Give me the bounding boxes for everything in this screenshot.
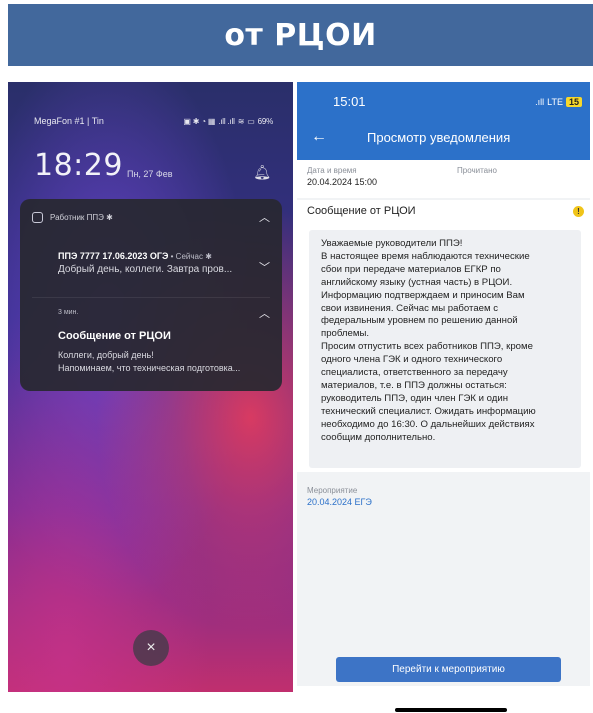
message-line: необходимо до 16:30. О дальнейших действ… <box>321 418 535 430</box>
network-label: LTE <box>547 96 563 107</box>
message-line: Уважаемые руководители ППЭ! <box>321 238 463 249</box>
notification-icons: ▣ ✱ ◔ ▦ <box>183 116 216 126</box>
message-title-row: Сообщение от РЦОИ ! <box>297 200 590 222</box>
wifi-icon: ≋ <box>237 116 245 126</box>
right-status-bar: 15:01 .ıll LTE 15 <box>333 94 582 109</box>
banner-title: от РЦОИ <box>224 17 377 53</box>
notification-meta: • Сейчас ✱ <box>168 252 212 261</box>
collapse-chevron-icon[interactable]: ︿ <box>259 209 270 225</box>
event-row: Мероприятие 20.04.2024 ЕГЭ <box>297 482 590 518</box>
expand-chevron-icon[interactable]: ﹀ <box>259 259 270 275</box>
notification-time: 3 мин. <box>58 309 79 316</box>
message-line: сбои при передаче материалов ЕГКР по <box>321 263 501 275</box>
notification-item[interactable]: ППЭ 7777 17.06.2023 ОГЭ • Сейчас ✱ Добры… <box>58 251 270 275</box>
info-row: Дата и время 20.04.2024 15:00 Прочитано <box>297 160 590 198</box>
notification-body: Добрый день, коллеги. Завтра пров... <box>58 264 233 275</box>
message-line: проблемы. <box>321 328 370 340</box>
status-time: 15:01 <box>333 94 366 109</box>
battery-icon: 15 <box>565 96 582 107</box>
message-line: Информацию подтверждаем и приносим Вам <box>321 289 525 301</box>
app-icon <box>32 211 43 223</box>
message-line: специалиста, ответственного за передачу <box>321 367 508 379</box>
message-line: английскому языку (устная часть) в РЦОИ. <box>321 276 513 288</box>
page-title: Просмотр уведомления <box>367 129 511 145</box>
go-to-event-button[interactable]: Перейти к мероприятию <box>336 657 561 682</box>
notification-group-card[interactable]: Работник ППЭ ✱ ︿ ППЭ 7777 17.06.2023 ОГЭ… <box>20 199 282 391</box>
signal-icon: .ıll .ıll <box>218 116 235 126</box>
home-indicator <box>395 708 507 712</box>
date-label: Дата и время <box>307 166 357 175</box>
left-status-bar: MegaFon #1 | Tin ▣ ✱ ◔ ▦ .ıll .ıll ≋ ▭ 6… <box>34 116 273 126</box>
back-arrow-icon[interactable]: ← <box>311 128 327 146</box>
message-line: руководитель ППЭ, один член ГЭК и один <box>321 392 509 404</box>
message-title: Сообщение от РЦОИ <box>307 205 416 217</box>
notification-group-header: Работник ППЭ ✱ ︿ <box>32 209 270 225</box>
app-header: 15:01 .ıll LTE 15 ← Просмотр уведомления <box>297 82 590 160</box>
message-line: технический специалист. Ожидать информац… <box>321 405 536 417</box>
clock-date: Пн, 27 Фев <box>126 169 173 179</box>
clock-time: 18:29 <box>34 148 123 183</box>
message-line: федеральным уровнем по решению данной <box>321 315 518 327</box>
message-body: Уважаемые руководители ППЭ! В настоящее … <box>309 230 581 468</box>
notification-body-line: Коллеги, добрый день! <box>58 350 154 360</box>
date-value: 20.04.2024 15:00 <box>307 177 378 187</box>
notification-title: ППЭ 7777 17.06.2023 ОГЭ <box>58 251 169 261</box>
status-icons: ▣ ✱ ◔ ▦ .ıll .ıll ≋ ▭ 69% <box>183 116 273 126</box>
message-line: свои извинения. Сейчас мы работаем с <box>321 302 499 314</box>
message-line: сообщим дополнительно. <box>321 431 436 443</box>
read-status-label: Прочитано <box>457 166 497 175</box>
notification-body-line: Напоминаем, что техническая подготовка..… <box>58 363 241 373</box>
signal-icon: .ıll <box>535 96 545 107</box>
app-name: Работник ППЭ ✱ <box>50 212 113 222</box>
message-line: одного члена ГЭК и одного технического <box>321 354 503 366</box>
divider <box>32 297 270 298</box>
carrier-label: MegaFon #1 | Tin <box>34 116 104 126</box>
event-value[interactable]: 20.04.2024 ЕГЭ <box>307 497 372 507</box>
message-line: Просим отпустить всех работников ППЭ, кр… <box>321 341 533 353</box>
notification-body: Коллеги, добрый день! Напоминаем, что те… <box>58 349 272 375</box>
right-phone-screenshot: 15:01 .ıll LTE 15 ← Просмотр уведомления… <box>297 82 590 686</box>
message-box: Уважаемые руководители ППЭ! В настоящее … <box>297 222 590 472</box>
left-phone-screenshot: MegaFon #1 | Tin ▣ ✱ ◔ ▦ .ıll .ıll ≋ ▭ 6… <box>8 82 293 692</box>
nav-bar: ← Просмотр уведомления <box>311 128 580 146</box>
close-button[interactable]: × <box>133 630 169 666</box>
notification-title[interactable]: Сообщение от РЦОИ <box>58 330 171 342</box>
banner: от РЦОИ <box>8 4 593 66</box>
battery-percent: 69% <box>257 116 274 126</box>
clock-row: 18:29 Пн, 27 Фев 🔔︎ <box>34 148 271 183</box>
message-line: материалов, т.е. в ППЭ должны остаться: <box>321 379 507 391</box>
battery-icon: ▭ <box>247 116 255 126</box>
event-label: Мероприятие <box>307 486 358 495</box>
collapse-chevron-icon[interactable]: ︿ <box>259 305 270 321</box>
message-line: В настоящее время наблюдаются технически… <box>321 250 530 262</box>
warning-icon: ! <box>573 205 584 217</box>
bell-settings-icon[interactable]: 🔔︎ <box>253 164 271 181</box>
